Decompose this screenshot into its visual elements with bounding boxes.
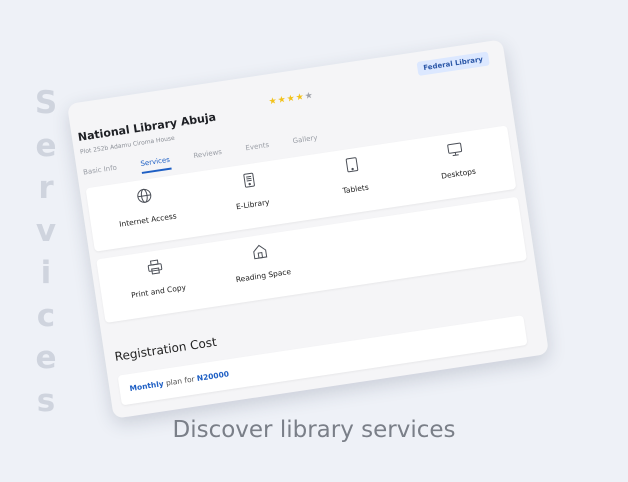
tab-reviews[interactable]: Reviews — [193, 148, 223, 166]
ebook-reader-icon — [240, 171, 258, 189]
registration-plan-text: Monthly plan for N20000 — [129, 369, 230, 393]
plan-connector: plan for — [165, 374, 196, 388]
desktop-monitor-icon — [446, 140, 464, 158]
star-empty-icon: ★ — [303, 89, 315, 101]
home-icon — [251, 242, 269, 260]
tab-services[interactable]: Services — [139, 155, 172, 174]
tablet-icon — [343, 156, 361, 174]
plan-name: Monthly — [128, 379, 165, 394]
vertical-letter: s — [36, 382, 56, 419]
service-label: Internet Access — [118, 211, 178, 229]
registration-plan-row[interactable]: Monthly plan for N20000 — [117, 315, 528, 406]
vertical-letter: r — [38, 170, 54, 206]
vertical-letter: e — [35, 340, 57, 376]
vertical-letter: i — [40, 255, 52, 291]
globe-icon — [135, 187, 153, 205]
vertical-letter: S — [34, 85, 58, 121]
library-type-badge: Federal Library — [416, 51, 490, 76]
service-print-and-copy: Print and Copy — [109, 252, 203, 302]
caption-text: Discover library services — [172, 417, 456, 443]
library-card: Federal Library ★★★★★ National Library A… — [66, 39, 550, 419]
library-card-container: Federal Library ★★★★★ National Library A… — [66, 39, 550, 419]
vertical-services-word: S e r v i c e s — [30, 82, 62, 422]
service-tablets: Tablets — [306, 150, 400, 200]
plan-price: N20000 — [196, 369, 230, 384]
service-desktops: Desktops — [409, 135, 503, 185]
service-label: Desktops — [440, 166, 477, 181]
service-internet-access: Internet Access — [99, 181, 193, 231]
service-reading-space: Reading Space — [214, 237, 308, 287]
printer-icon — [146, 258, 164, 276]
registration-cost-title: Registration Cost — [113, 334, 218, 364]
vertical-letter: v — [35, 212, 57, 249]
tab-gallery[interactable]: Gallery — [292, 134, 319, 152]
tab-events[interactable]: Events — [245, 141, 271, 158]
service-label: Print and Copy — [130, 282, 187, 300]
vertical-letter: e — [35, 127, 57, 164]
service-label: Reading Space — [235, 267, 292, 285]
service-label: Tablets — [341, 182, 370, 196]
vertical-letter: c — [36, 297, 56, 334]
service-label: E-Library — [235, 197, 271, 212]
rating-stars: ★★★★★ — [268, 90, 315, 108]
service-e-library: E-Library — [203, 166, 297, 216]
tab-basic-info[interactable]: Basic Info — [83, 164, 119, 183]
